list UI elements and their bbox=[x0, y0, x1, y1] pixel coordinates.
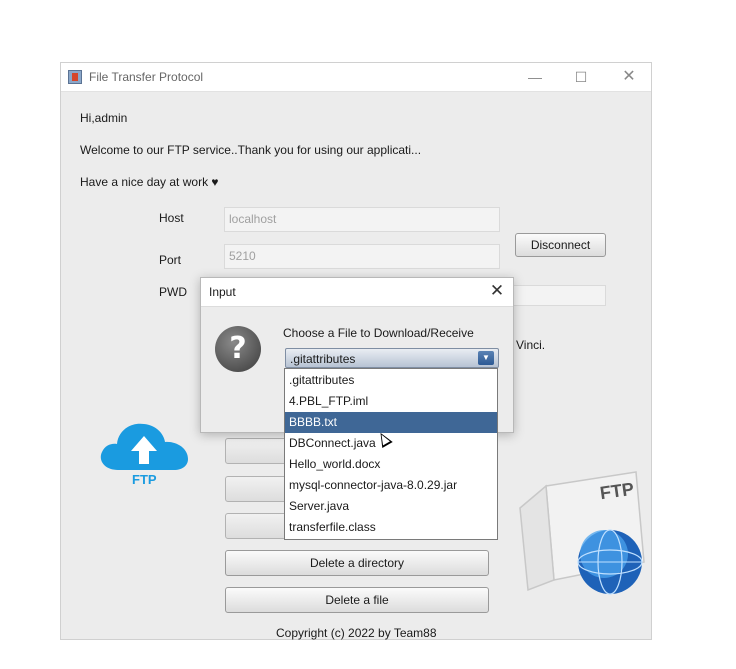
partial-label: Vinci. bbox=[516, 338, 546, 352]
combobox-selected-value: .gitattributes bbox=[290, 352, 356, 366]
close-window-button[interactable]: ✕ bbox=[607, 64, 651, 90]
dropdown-option[interactable]: transferfile.class bbox=[285, 517, 497, 538]
maximize-button[interactable]: ☐ bbox=[559, 64, 603, 90]
dropdown-option-highlighted[interactable]: BBBB.txt bbox=[285, 412, 497, 433]
minimize-button[interactable]: — bbox=[513, 64, 557, 90]
disconnect-button[interactable]: Disconnect bbox=[515, 233, 606, 257]
ftp-logo-label: FTP bbox=[132, 472, 157, 487]
dialog-title: Input bbox=[209, 285, 236, 299]
action-button-1[interactable] bbox=[225, 438, 287, 464]
port-label: Port bbox=[159, 253, 182, 267]
file-dropdown-list: .gitattributes 4.PBL_FTP.iml BBBB.txt DB… bbox=[284, 368, 498, 540]
dropdown-option[interactable]: mysql-connector-java-8.0.29.jar bbox=[285, 475, 497, 496]
dropdown-option[interactable]: .gitattributes bbox=[285, 370, 497, 391]
copyright-text: Copyright (c) 2022 by Team88 bbox=[276, 626, 437, 640]
title-bar[interactable]: File Transfer Protocol — ☐ ✕ bbox=[61, 63, 651, 92]
pwd-label: PWD bbox=[159, 285, 187, 299]
dropdown-option[interactable]: 4.PBL_FTP.iml bbox=[285, 391, 497, 412]
chevron-down-icon[interactable]: ▼ bbox=[478, 351, 494, 365]
dialog-message: Choose a File to Download/Receive bbox=[283, 326, 474, 340]
nice-day-text: Have a nice day at work ♥ bbox=[80, 175, 219, 189]
dropdown-option[interactable]: DBConnect.java bbox=[285, 433, 497, 454]
dialog-close-button[interactable]: ✕ bbox=[487, 281, 507, 301]
host-label: Host bbox=[159, 211, 184, 225]
pwd-field-visible-part[interactable] bbox=[513, 285, 606, 306]
app-java-icon bbox=[68, 70, 82, 84]
window-title: File Transfer Protocol bbox=[89, 70, 204, 84]
dropdown-option[interactable]: Server.java bbox=[285, 496, 497, 517]
delete-file-button[interactable]: Delete a file bbox=[225, 587, 489, 613]
question-icon: ? bbox=[215, 326, 261, 372]
welcome-text: Welcome to our FTP service..Thank you fo… bbox=[80, 143, 422, 157]
action-button-3[interactable] bbox=[225, 513, 287, 539]
host-field[interactable]: localhost bbox=[224, 207, 500, 232]
action-button-2[interactable] bbox=[225, 476, 287, 502]
delete-directory-button[interactable]: Delete a directory bbox=[225, 550, 489, 576]
cloud-upload-icon bbox=[100, 423, 188, 470]
greeting-text: Hi,admin bbox=[80, 111, 128, 125]
dialog-title-bar[interactable]: Input ✕ bbox=[201, 278, 513, 307]
dropdown-option[interactable]: Hello_world.docx bbox=[285, 454, 497, 475]
file-select-combobox[interactable]: .gitattributes ▼ bbox=[285, 348, 499, 368]
port-field[interactable]: 5210 bbox=[224, 244, 500, 269]
